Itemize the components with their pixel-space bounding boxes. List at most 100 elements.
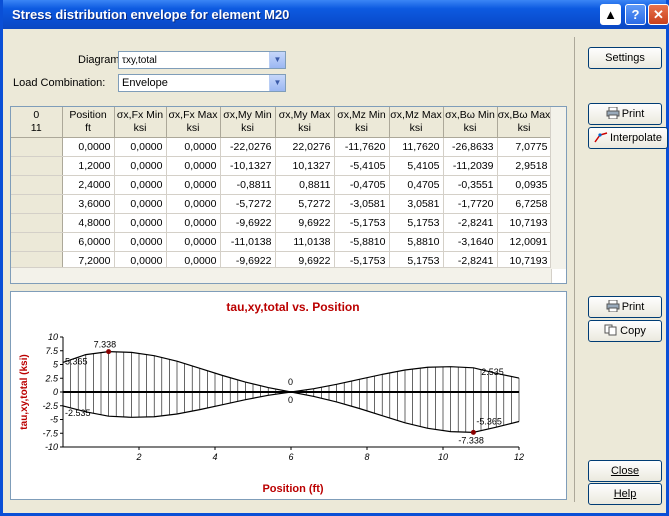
- table-cell[interactable]: 5,4105: [389, 156, 444, 176]
- chevron-down-icon[interactable]: ▼: [269, 75, 285, 91]
- results-table[interactable]: 0 11 Position ft σx,Fx Min ksi σx,Fx Max ksi…: [10, 106, 567, 284]
- table-cell[interactable]: -5,4105: [334, 156, 390, 176]
- table-cell[interactable]: -22,0276: [220, 137, 276, 157]
- table-cell[interactable]: 6,0000: [62, 232, 115, 252]
- table-cell[interactable]: -3,1640: [443, 232, 498, 252]
- table-cell[interactable]: 0,0000: [114, 175, 167, 195]
- window-title: Stress distribution envelope for element…: [12, 7, 290, 22]
- table-cell[interactable]: 0,8811: [275, 175, 335, 195]
- horizontal-scrollbar[interactable]: [11, 267, 551, 283]
- table-row[interactable]: 4,8000 0,0000 0,0000 -9,6922 9,6922 -5,1753 5,…: [11, 213, 552, 233]
- table-cell[interactable]: 0,0000: [114, 232, 167, 252]
- column-header[interactable]: σx,Bω Min ksi: [443, 107, 498, 138]
- table-cell[interactable]: -9,6922: [220, 213, 276, 233]
- column-header[interactable]: σx,Mz Min ksi: [334, 107, 390, 138]
- table-cell[interactable]: 12,0091: [497, 232, 552, 252]
- row-header-cell[interactable]: [11, 213, 63, 233]
- table-cell[interactable]: 0,4705: [389, 175, 444, 195]
- copy-button[interactable]: Copy: [588, 320, 662, 342]
- x-tick-label: 6: [288, 452, 293, 462]
- table-cell[interactable]: -26,8633: [443, 137, 498, 157]
- column-header[interactable]: σx,Mz Max ksi: [389, 107, 444, 138]
- table-cell[interactable]: 5,1753: [389, 213, 444, 233]
- table-cell[interactable]: -10,1327: [220, 156, 276, 176]
- table-cell[interactable]: 0,0000: [114, 194, 167, 214]
- row-header-cell[interactable]: [11, 156, 63, 176]
- print-chart-button[interactable]: Print: [588, 296, 662, 318]
- table-row[interactable]: 2,4000 0,0000 0,0000 -0,8811 0,8811 -0,4705 0,…: [11, 175, 552, 195]
- settings-button[interactable]: Settings: [588, 47, 662, 69]
- table-cell[interactable]: 22,0276: [275, 137, 335, 157]
- table-cell[interactable]: -5,7272: [220, 194, 276, 214]
- row-header-cell[interactable]: [11, 137, 63, 157]
- diagram-select[interactable]: τxy,total ▼: [118, 51, 286, 69]
- table-cell[interactable]: 0,0000: [166, 175, 221, 195]
- table-cell[interactable]: 3,0581: [389, 194, 444, 214]
- table-row[interactable]: 0,0000 0,0000 0,0000 -22,0276 22,0276 -11,762…: [11, 137, 552, 157]
- column-header-name: σx,Fx Min: [116, 109, 164, 121]
- table-cell[interactable]: -2,8241: [443, 213, 498, 233]
- table-cell[interactable]: 0,0000: [166, 156, 221, 176]
- table-cell[interactable]: 6,7258: [497, 194, 552, 214]
- interpolate-button[interactable]: Interpolate: [588, 127, 668, 149]
- copy-label: Copy: [620, 325, 646, 337]
- table-cell[interactable]: -3,0581: [334, 194, 390, 214]
- row-header-cell[interactable]: [11, 194, 63, 214]
- print-table-button[interactable]: Print: [588, 103, 662, 125]
- table-cell[interactable]: 10,1327: [275, 156, 335, 176]
- table-cell[interactable]: -11,7620: [334, 137, 390, 157]
- help-button[interactable]: Help: [588, 483, 662, 505]
- table-cell[interactable]: -0,8811: [220, 175, 276, 195]
- table-row[interactable]: 3,6000 0,0000 0,0000 -5,7272 5,7272 -3,0581 3,…: [11, 194, 552, 214]
- column-header[interactable]: σx,Bω Max ksi: [497, 107, 552, 138]
- table-cell[interactable]: -0,3551: [443, 175, 498, 195]
- table-cell[interactable]: 0,0000: [166, 194, 221, 214]
- table-cell[interactable]: 11,7620: [389, 137, 444, 157]
- table-cell[interactable]: 10,7193: [497, 213, 552, 233]
- diagram-label: Diagram:: [78, 54, 123, 66]
- vertical-scrollbar[interactable]: [550, 107, 566, 269]
- help-icon-button[interactable]: ?: [625, 4, 646, 25]
- load-combination-select[interactable]: Envelope ▼: [118, 74, 286, 92]
- table-cell[interactable]: 0,0000: [166, 232, 221, 252]
- table-cell[interactable]: -1,7720: [443, 194, 498, 214]
- table-cell[interactable]: 1,2000: [62, 156, 115, 176]
- results-grid: 0 11 Position ft σx,Fx Min ksi σx,Fx Max ksi…: [11, 107, 552, 283]
- table-cell[interactable]: 4,8000: [62, 213, 115, 233]
- table-cell[interactable]: 3,6000: [62, 194, 115, 214]
- column-header[interactable]: σx,Fx Min ksi: [114, 107, 167, 138]
- table-cell[interactable]: 5,7272: [275, 194, 335, 214]
- table-cell[interactable]: -0,4705: [334, 175, 390, 195]
- table-cell[interactable]: 7,0775: [497, 137, 552, 157]
- column-header[interactable]: σx,Fx Max ksi: [166, 107, 221, 138]
- table-cell[interactable]: -5,1753: [334, 213, 390, 233]
- table-cell[interactable]: 0,0000: [114, 156, 167, 176]
- table-cell[interactable]: 0,0000: [114, 137, 167, 157]
- table-cell[interactable]: 5,8810: [389, 232, 444, 252]
- row-header-cell[interactable]: [11, 232, 63, 252]
- table-cell[interactable]: 0,0000: [166, 213, 221, 233]
- table-cell[interactable]: 11,0138: [275, 232, 335, 252]
- collapse-up-button[interactable]: ▲: [600, 4, 621, 25]
- table-row[interactable]: 6,0000 0,0000 0,0000 -11,0138 11,0138 -5,8810…: [11, 232, 552, 252]
- table-cell[interactable]: 0,0000: [62, 137, 115, 157]
- column-header[interactable]: σx,My Min ksi: [220, 107, 276, 138]
- table-cell[interactable]: 0,0935: [497, 175, 552, 195]
- table-cell[interactable]: 0,0000: [166, 137, 221, 157]
- chevron-down-icon[interactable]: ▼: [269, 52, 285, 68]
- table-cell[interactable]: 0,0000: [114, 213, 167, 233]
- table-cell[interactable]: 2,9518: [497, 156, 552, 176]
- table-row[interactable]: 1,2000 0,0000 0,0000 -10,1327 10,1327 -5,4105…: [11, 156, 552, 176]
- row-header-cell[interactable]: [11, 175, 63, 195]
- column-header[interactable]: Position ft: [62, 107, 115, 138]
- close-window-button[interactable]: ✕: [648, 4, 669, 25]
- table-cell[interactable]: 2,4000: [62, 175, 115, 195]
- close-button[interactable]: Close: [588, 460, 662, 482]
- table-cell[interactable]: -5,8810: [334, 232, 390, 252]
- column-header[interactable]: σx,My Max ksi: [275, 107, 335, 138]
- column-header-unit: ksi: [186, 122, 200, 134]
- table-cell[interactable]: -11,0138: [220, 232, 276, 252]
- table-cell[interactable]: -11,2039: [443, 156, 498, 176]
- corner-bottom: 11: [30, 122, 42, 134]
- table-cell[interactable]: 9,6922: [275, 213, 335, 233]
